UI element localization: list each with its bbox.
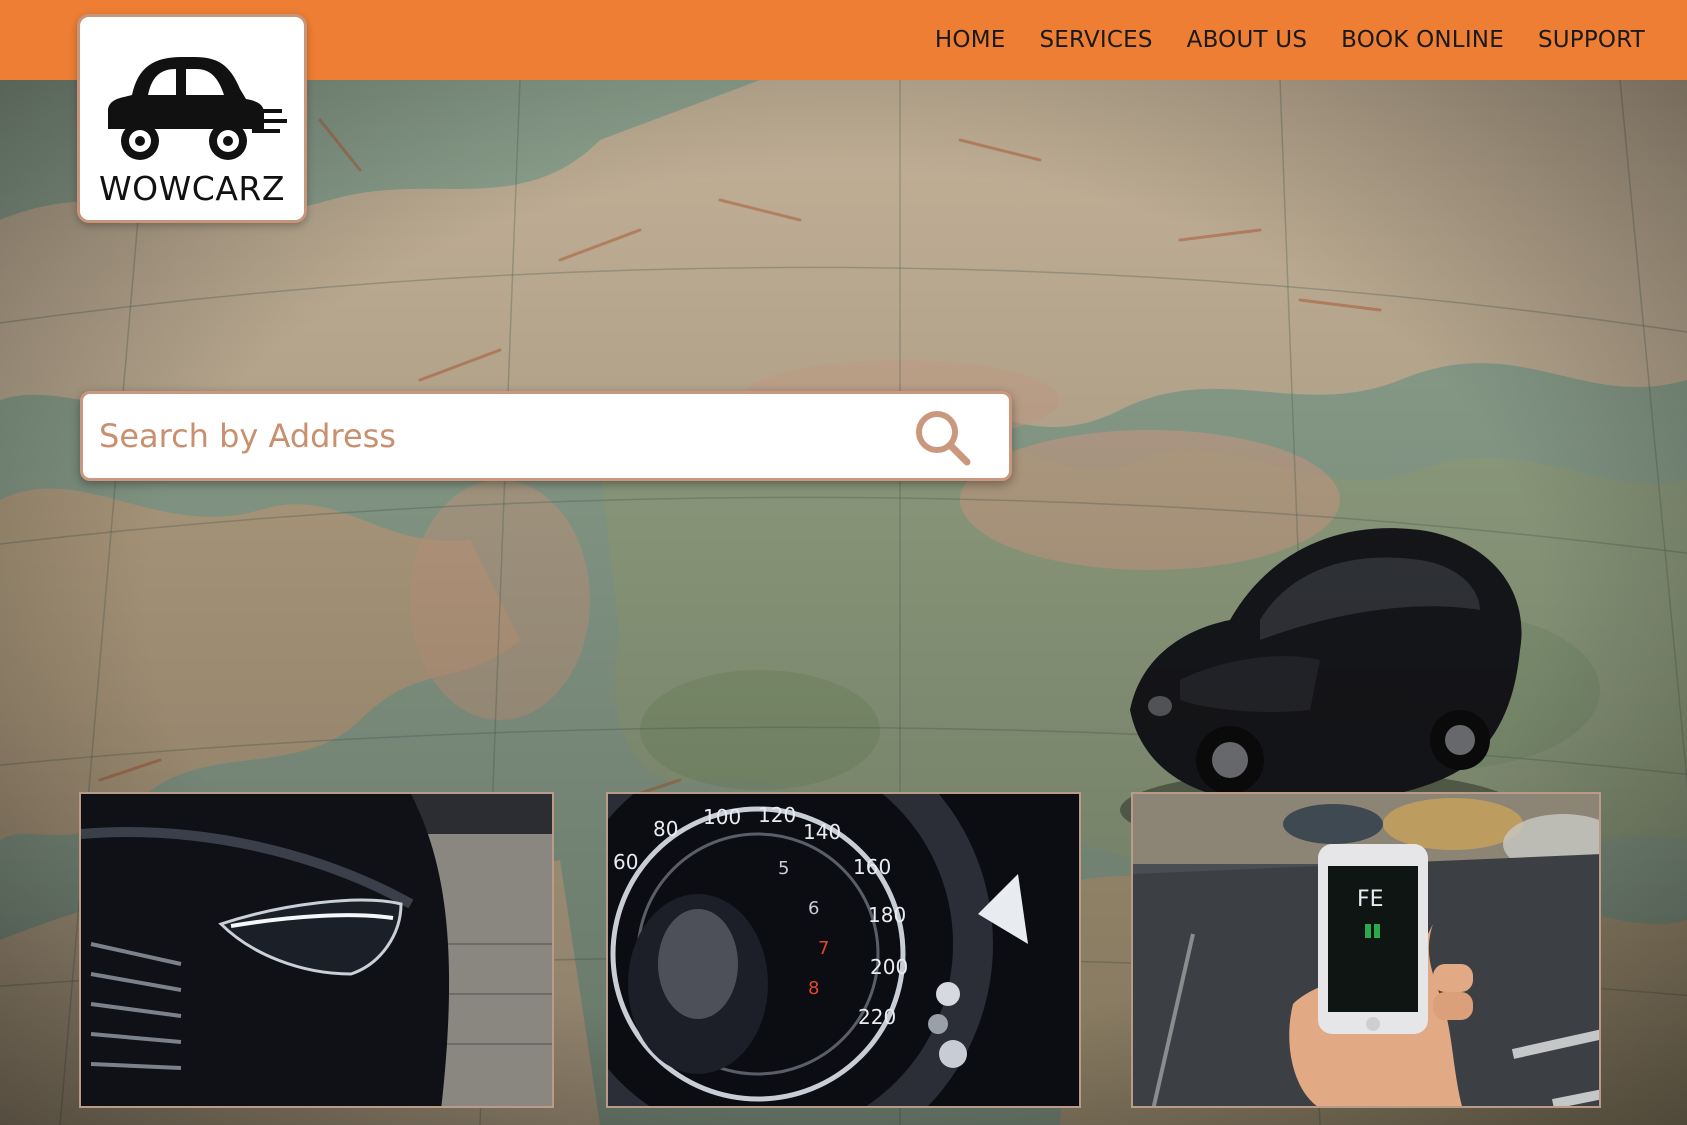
nav-book-online[interactable]: BOOK ONLINE xyxy=(1341,27,1504,53)
inner-label-8: 8 xyxy=(808,978,819,999)
main-nav: HOME SERVICES ABOUT US BOOK ONLINE SUPPO… xyxy=(935,0,1645,80)
search-input[interactable] xyxy=(99,394,879,478)
speedometer-image: 80 100 120 140 160 180 200 220 60 5 6 7 … xyxy=(608,794,1079,1106)
nav-about-us[interactable]: ABOUT US xyxy=(1187,27,1307,53)
gauge-label-100: 100 xyxy=(703,805,741,829)
inner-label-6: 6 xyxy=(808,898,819,919)
gauge-label-60: 60 xyxy=(613,850,638,874)
card-car-headlight[interactable] xyxy=(79,792,554,1108)
phone-in-hand-image: FE xyxy=(1133,794,1599,1106)
nav-home[interactable]: HOME xyxy=(935,27,1006,53)
search-icon[interactable] xyxy=(913,408,973,468)
gauge-label-120: 120 xyxy=(758,803,796,827)
card-phone-app[interactable]: FE xyxy=(1131,792,1601,1108)
inner-label-5: 5 xyxy=(778,858,789,879)
search-bar xyxy=(80,391,1012,481)
brand-logo[interactable]: WOWCARZ xyxy=(77,14,307,223)
gauge-label-220: 220 xyxy=(858,1005,896,1029)
card-speedometer[interactable]: 80 100 120 140 160 180 200 220 60 5 6 7 … xyxy=(606,792,1081,1108)
gauge-label-160: 160 xyxy=(853,855,891,879)
brand-name: WOWCARZ xyxy=(99,169,285,208)
gauge-label-140: 140 xyxy=(803,820,841,844)
gauge-label-180: 180 xyxy=(868,903,906,927)
gauge-label-80: 80 xyxy=(653,817,678,841)
car-icon xyxy=(108,57,287,160)
phone-screen-text: FE xyxy=(1357,887,1384,912)
inner-label-7: 7 xyxy=(818,938,829,959)
nav-services[interactable]: SERVICES xyxy=(1040,27,1153,53)
car-headlight-image xyxy=(81,794,552,1106)
nav-support[interactable]: SUPPORT xyxy=(1538,27,1645,53)
gauge-label-200: 200 xyxy=(870,955,908,979)
